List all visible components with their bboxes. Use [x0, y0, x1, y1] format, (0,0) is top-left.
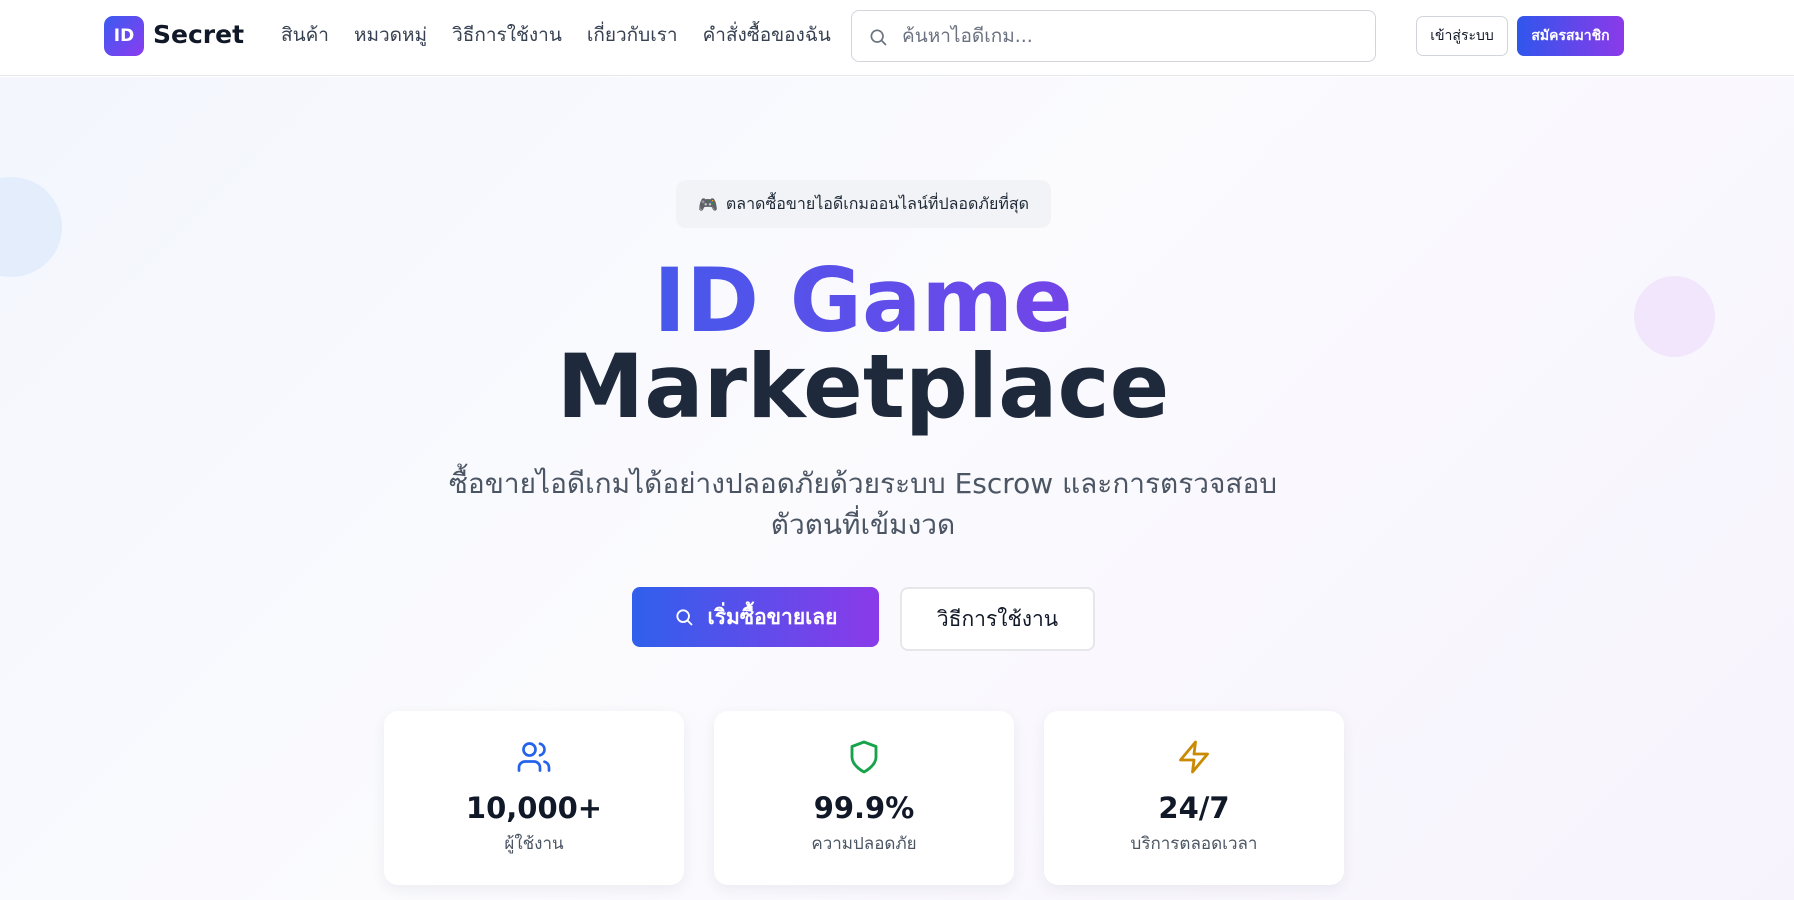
how-to-use-button[interactable]: วิธีการใช้งาน [900, 587, 1095, 651]
nav-link-my-orders[interactable]: คำสั่งซื้อของฉัน [703, 20, 831, 50]
top-navbar: ID Secret สินค้า หมวดหมู่ วิธีการใช้งาน … [0, 0, 1794, 76]
lightning-icon [1179, 740, 1209, 774]
hero-badge-text: ตลาดซื้อขายไอดีเกมออนไลน์ที่ปลอดภัยที่สุ… [725, 193, 1030, 213]
search-icon [870, 29, 887, 46]
brand-name[interactable]: Secret [153, 18, 244, 52]
hero-badge: 🎮 ตลาดซื้อขายไอดีเกมออนไลน์ที่ปลอดภัยที่… [676, 180, 1051, 228]
users-icon [517, 742, 551, 772]
nav-link-about[interactable]: เกี่ยวกับเรา [587, 20, 678, 50]
search-icon [675, 609, 692, 626]
nav-link-categories[interactable]: หมวดหมู่ [354, 20, 427, 50]
stat-card-users: 10,000+ ผู้ใช้งาน [384, 711, 684, 885]
stat-value: 10,000+ [465, 791, 603, 825]
search-input[interactable] [902, 19, 1362, 53]
signup-button[interactable]: สมัครสมาชิก [1517, 16, 1624, 56]
stat-label: บริการตลอดเวลา [1130, 834, 1258, 854]
search-bar[interactable] [851, 10, 1376, 62]
hero-section: 🎮 ตลาดซื้อขายไอดีเกมออนไลน์ที่ปลอดภัยที่… [0, 77, 1794, 900]
start-trading-label: เริ่มซื้อขายเลย [707, 604, 838, 629]
stat-card-support: 24/7 บริการตลอดเวลา [1044, 711, 1344, 885]
nav-link-how-to-use[interactable]: วิธีการใช้งาน [452, 20, 562, 50]
main-nav: สินค้า หมวดหมู่ วิธีการใช้งาน เกี่ยวกับเ… [281, 20, 856, 50]
stat-value: 99.9% [813, 791, 915, 825]
stat-label: ผู้ใช้งาน [504, 834, 564, 854]
start-trading-button[interactable]: เริ่มซื้อขายเลย [632, 587, 879, 647]
shield-icon [850, 740, 878, 774]
hero-title: Marketplace [556, 335, 1170, 438]
login-button[interactable]: เข้าสู่ระบบ [1416, 16, 1508, 56]
stat-value: 24/7 [1158, 791, 1230, 825]
nav-link-products[interactable]: สินค้า [281, 20, 329, 50]
stat-label: ความปลอดภัย [811, 834, 917, 854]
hero-subtitle: ซื้อขายไอดีเกมได้อย่างปลอดภัยด้วยระบบ Es… [448, 467, 1278, 541]
logo-letters: ID [113, 26, 135, 46]
logo-icon[interactable]: ID [104, 16, 144, 56]
gamepad-icon: 🎮 [697, 194, 718, 214]
stat-card-security: 99.9% ความปลอดภัย [714, 711, 1014, 885]
